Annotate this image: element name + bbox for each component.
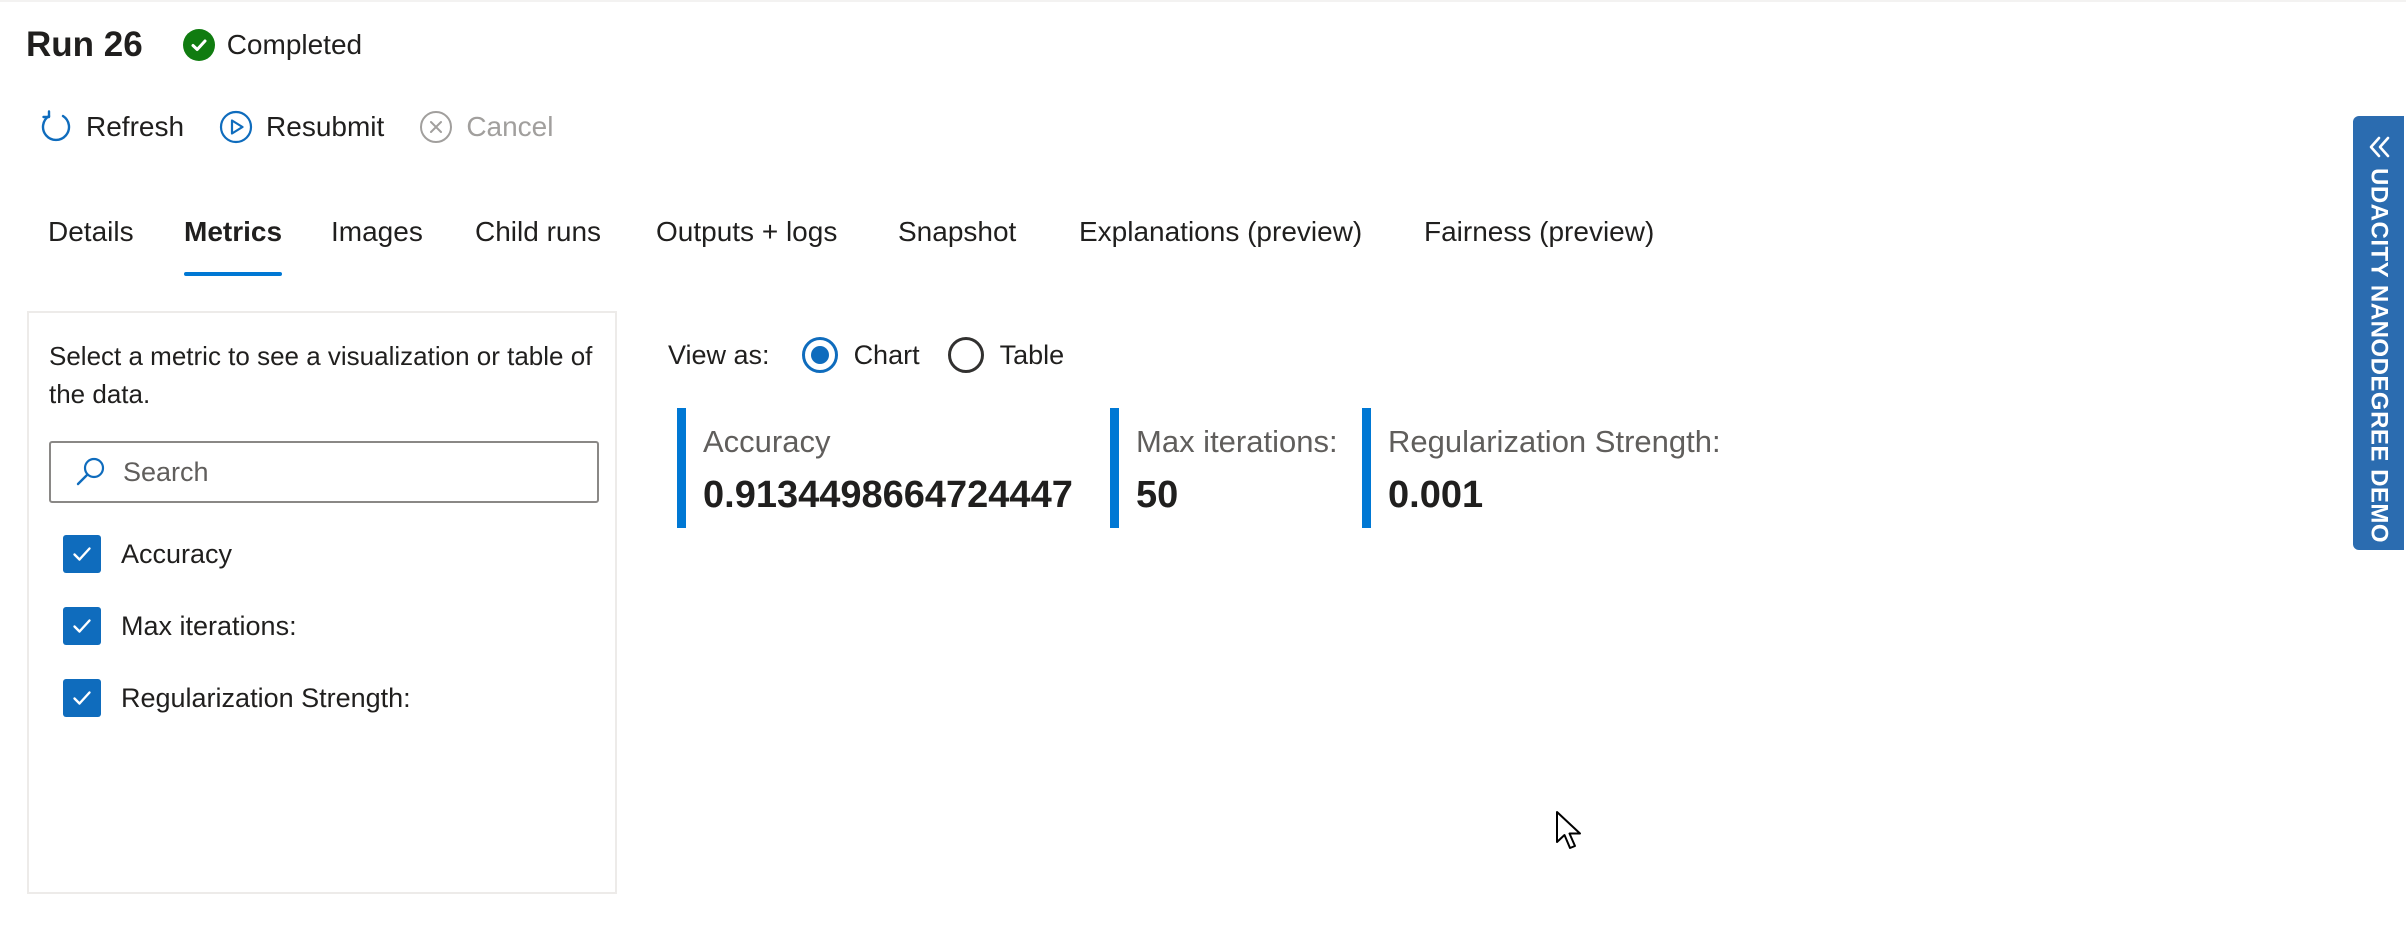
tab-fairness[interactable]: Fairness (preview)	[1424, 204, 1654, 276]
top-border	[0, 0, 2406, 2]
view-as-group: View as: Chart Table	[668, 333, 1092, 377]
resubmit-label: Resubmit	[266, 111, 385, 142]
radio-selected-icon	[801, 337, 838, 373]
metric-checkbox-max-iterations[interactable]: Max iterations:	[63, 607, 297, 645]
search-icon	[71, 452, 111, 492]
checkmark-icon	[63, 679, 101, 717]
search-input[interactable]	[121, 455, 565, 489]
checkmark-icon	[63, 535, 101, 573]
command-bar: Refresh Resubmit Cancel	[38, 104, 587, 150]
refresh-icon	[38, 109, 74, 145]
play-circle-icon	[218, 109, 254, 145]
cancel-button[interactable]: Cancel	[418, 109, 553, 145]
card-accent-bar	[677, 408, 686, 528]
resubmit-button[interactable]: Resubmit	[218, 109, 384, 145]
view-as-chart-radio[interactable]: Chart	[801, 337, 920, 373]
metric-card-value: 50	[1136, 474, 1179, 516]
run-header: Run 26 Completed	[26, 20, 362, 70]
card-accent-bar	[1110, 408, 1119, 528]
metric-card-value: 0.9134498664724447	[703, 474, 1073, 516]
radio-label: Chart	[853, 339, 920, 370]
metric-selector-panel: Select a metric to see a visualization o…	[27, 311, 617, 894]
metric-checkbox-label: Max iterations:	[121, 610, 297, 641]
radio-unselected-icon	[947, 337, 984, 373]
page-title: Run 26	[26, 25, 143, 64]
side-panel-tab[interactable]: UDACITY NANODEGREE DEMO	[2353, 116, 2404, 550]
view-as-label: View as:	[668, 339, 770, 370]
metric-checkbox-accuracy[interactable]: Accuracy	[63, 535, 232, 573]
metric-card-name: Regularization Strength:	[1388, 424, 1721, 459]
metric-hint-text: Select a metric to see a visualization o…	[49, 341, 593, 409]
tab-images[interactable]: Images	[331, 204, 423, 276]
check-circle-icon	[182, 29, 215, 61]
tab-child-runs[interactable]: Child runs	[475, 204, 601, 276]
side-tab-label: UDACITY NANODEGREE DEMO	[2365, 168, 2393, 544]
mouse-cursor-icon	[1556, 811, 1581, 849]
tab-snapshot[interactable]: Snapshot	[898, 204, 1016, 276]
tab-metrics[interactable]: Metrics	[184, 204, 283, 276]
metric-checkbox-regularization-strength[interactable]: Regularization Strength:	[63, 679, 411, 717]
card-accent-bar	[1362, 408, 1371, 528]
double-chevron-left-icon	[2362, 130, 2396, 164]
cancel-label: Cancel	[466, 111, 554, 142]
metric-search-box[interactable]	[49, 441, 599, 503]
metric-card-name: Max iterations:	[1136, 424, 1338, 459]
radio-label: Table	[999, 339, 1065, 370]
metric-card-value: 0.001	[1388, 474, 1484, 516]
metric-card-name: Accuracy	[703, 424, 831, 459]
refresh-label: Refresh	[86, 111, 185, 142]
tab-details[interactable]: Details	[48, 204, 134, 276]
metric-checkbox-label: Accuracy	[121, 538, 233, 569]
checkmark-icon	[63, 607, 101, 645]
status-text: Completed	[226, 29, 363, 60]
view-as-table-radio[interactable]: Table	[947, 337, 1065, 373]
tab-outputs-logs[interactable]: Outputs + logs	[656, 204, 837, 276]
refresh-button[interactable]: Refresh	[38, 109, 184, 145]
tab-explanations[interactable]: Explanations (preview)	[1079, 204, 1362, 276]
status-badge: Completed	[182, 29, 363, 61]
metric-checkbox-label: Regularization Strength:	[121, 682, 411, 713]
cancel-circle-icon	[418, 109, 454, 145]
